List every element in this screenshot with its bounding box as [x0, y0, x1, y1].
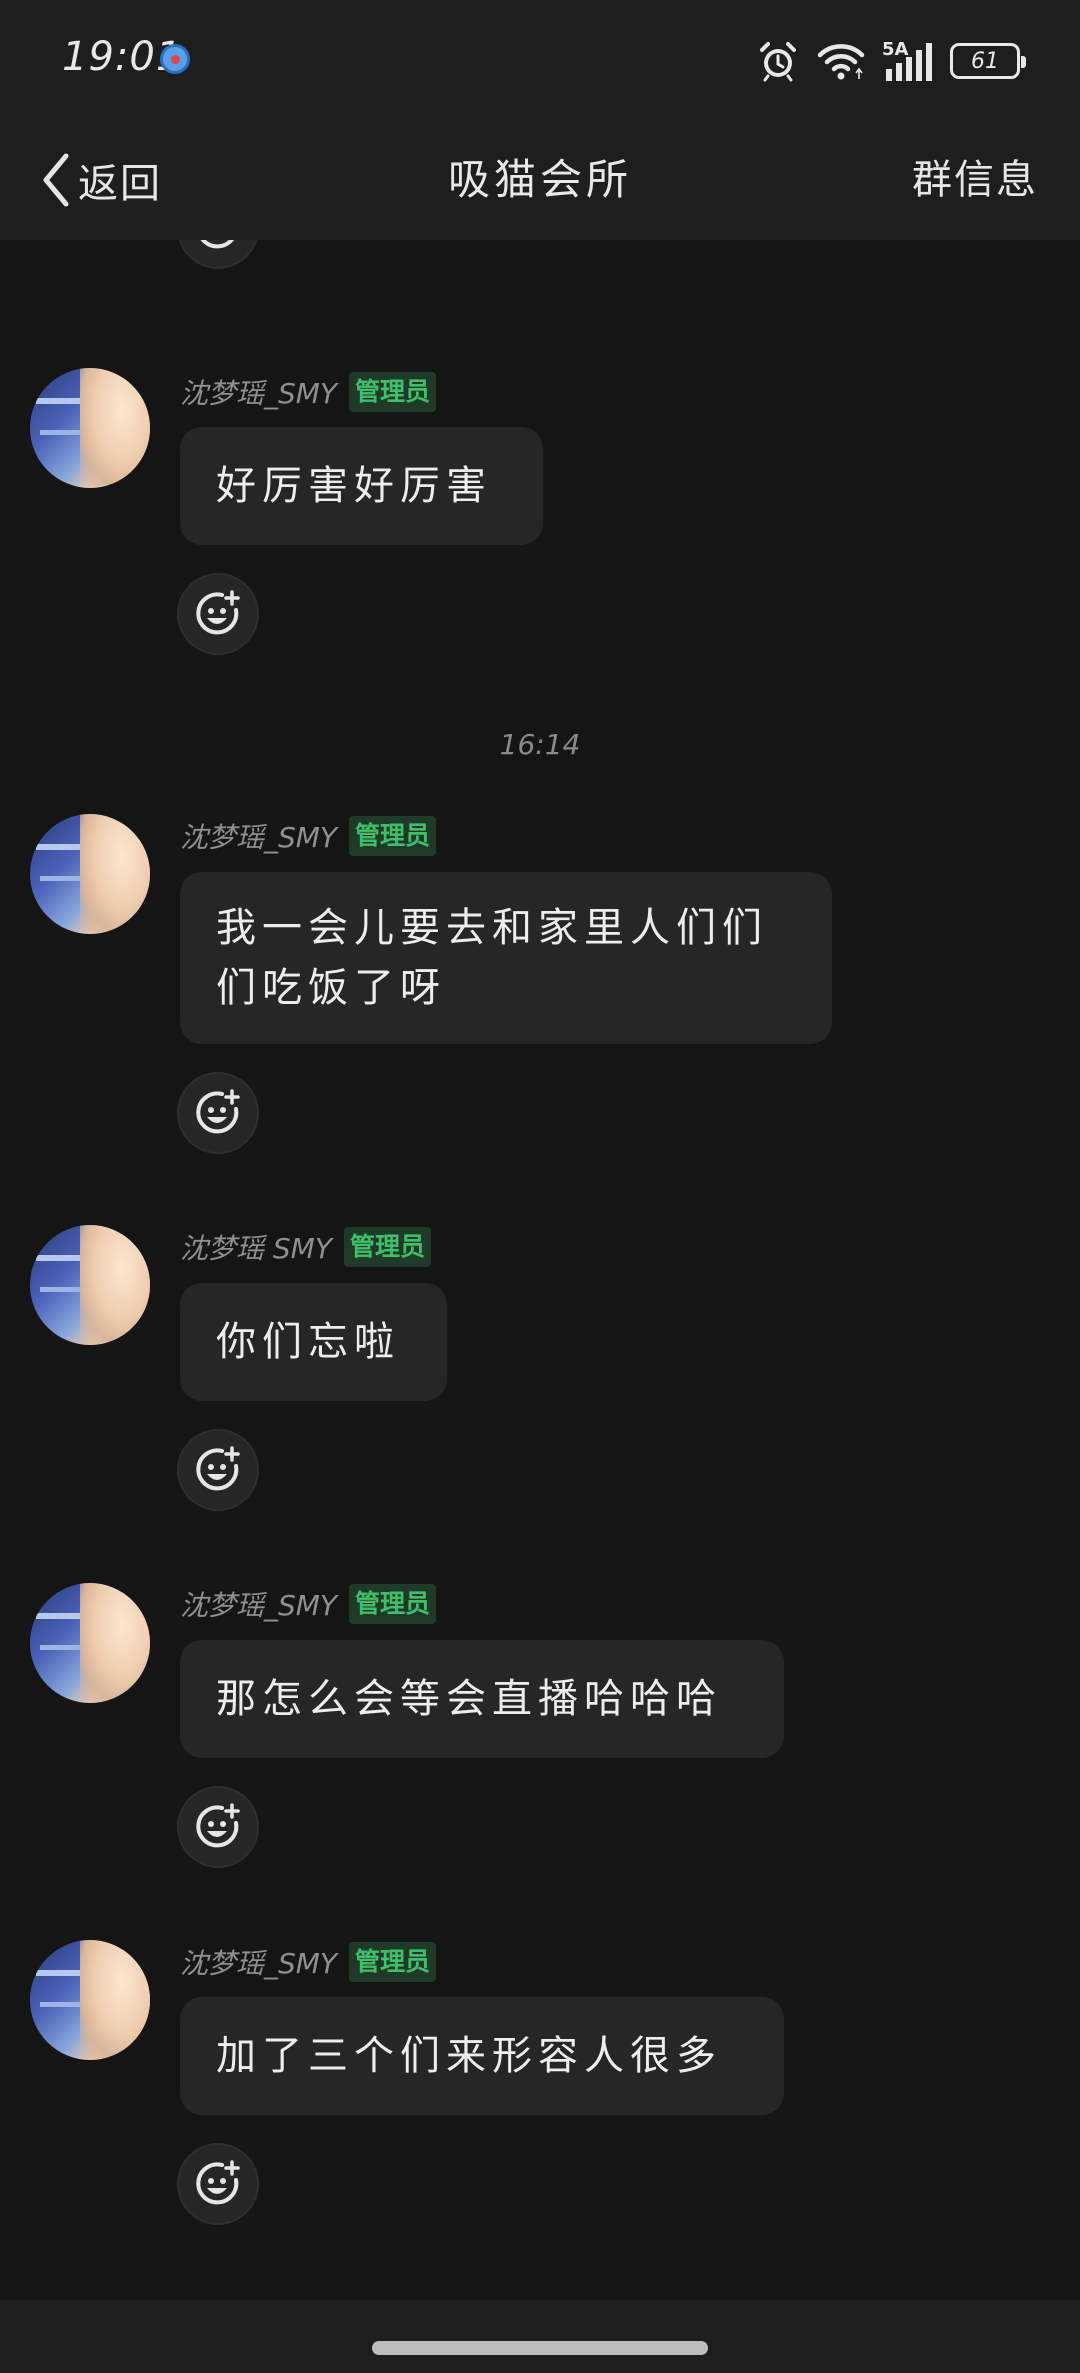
app-notification-icon	[160, 44, 190, 74]
avatar[interactable]	[30, 814, 150, 934]
admin-badge: 管理员	[343, 1227, 431, 1267]
message-text: 好厉害好厉害	[216, 463, 492, 509]
avatar[interactable]	[30, 1583, 150, 1703]
emoji-add-icon	[196, 1803, 240, 1848]
message-bubble[interactable]: 那怎么会等会直播哈哈哈	[180, 1640, 784, 1758]
wifi-icon	[817, 44, 865, 80]
sender-row: 沈梦瑶_SMY 管理员	[180, 814, 437, 858]
signal-icon: 5A	[882, 39, 934, 83]
sender-name: 沈梦瑶_SMY	[180, 821, 338, 854]
emoji-add-icon	[196, 1089, 240, 1134]
message-text: 我一会儿要去和家里人们们们吃饭了呀	[216, 905, 768, 1011]
admin-badge: 管理员	[349, 1584, 437, 1624]
status-bar: 19:01 5A 61	[0, 0, 1080, 120]
emoji-add-icon	[196, 590, 240, 635]
sender-row: 沈梦瑶 SMY 管理员	[180, 1225, 431, 1269]
emoji-add-icon	[200, 240, 235, 249]
sender-row: 沈梦瑶_SMY 管理员	[180, 1582, 437, 1626]
chat-screen: 19:01 5A 61 返回 吸猫会所 群信息 沈梦瑶_SMY 管理员 好厉害好…	[0, 0, 1080, 2373]
emoji-add-icon	[196, 1446, 240, 1491]
emoji-add-icon	[196, 2160, 240, 2205]
sender-name: 沈梦瑶_SMY	[180, 377, 338, 410]
message-bubble[interactable]: 我一会儿要去和家里人们们们吃饭了呀	[180, 872, 832, 1044]
sender-name: 沈梦瑶_SMY	[180, 1589, 338, 1622]
message-bubble[interactable]: 加了三个们来形容人很多	[180, 1997, 784, 2115]
admin-badge: 管理员	[349, 816, 437, 856]
time-divider: 16:14	[499, 728, 581, 761]
admin-badge: 管理员	[349, 1942, 437, 1982]
battery-indicator: 61	[950, 43, 1026, 79]
reaction-button[interactable]	[177, 2143, 259, 2225]
bottom-bar	[0, 2300, 1080, 2373]
message-bubble[interactable]: 你们忘啦	[180, 1283, 447, 1401]
sender-row: 沈梦瑶_SMY 管理员	[180, 370, 437, 414]
nav-bar: 返回 吸猫会所 群信息	[0, 120, 1080, 240]
reaction-button[interactable]	[177, 240, 259, 269]
sender-name: 沈梦瑶 SMY	[180, 1232, 332, 1265]
avatar[interactable]	[30, 1225, 150, 1345]
admin-badge: 管理员	[349, 372, 437, 412]
status-icons: 5A 61	[756, 36, 1026, 86]
message-bubble[interactable]: 好厉害好厉害	[180, 427, 543, 545]
message-text: 那怎么会等会直播哈哈哈	[216, 1676, 722, 1722]
reaction-button[interactable]	[177, 573, 259, 655]
group-info-button[interactable]: 群信息	[912, 144, 1038, 216]
sender-name: 沈梦瑶_SMY	[180, 1947, 338, 1980]
avatar[interactable]	[30, 1940, 150, 2060]
message-text: 你们忘啦	[216, 1319, 400, 1365]
sender-row: 沈梦瑶_SMY 管理员	[180, 1940, 437, 1984]
reaction-button[interactable]	[177, 1786, 259, 1868]
reaction-button[interactable]	[177, 1429, 259, 1511]
reaction-button[interactable]	[177, 1072, 259, 1154]
message-text: 加了三个们来形容人很多	[216, 2033, 722, 2079]
home-indicator[interactable]	[372, 2341, 708, 2355]
avatar[interactable]	[30, 368, 150, 488]
alarm-icon	[760, 42, 796, 82]
message-list[interactable]: 沈梦瑶_SMY 管理员 好厉害好厉害 16:14 沈梦瑶_SMY 管理员 我一会…	[0, 240, 1080, 2300]
